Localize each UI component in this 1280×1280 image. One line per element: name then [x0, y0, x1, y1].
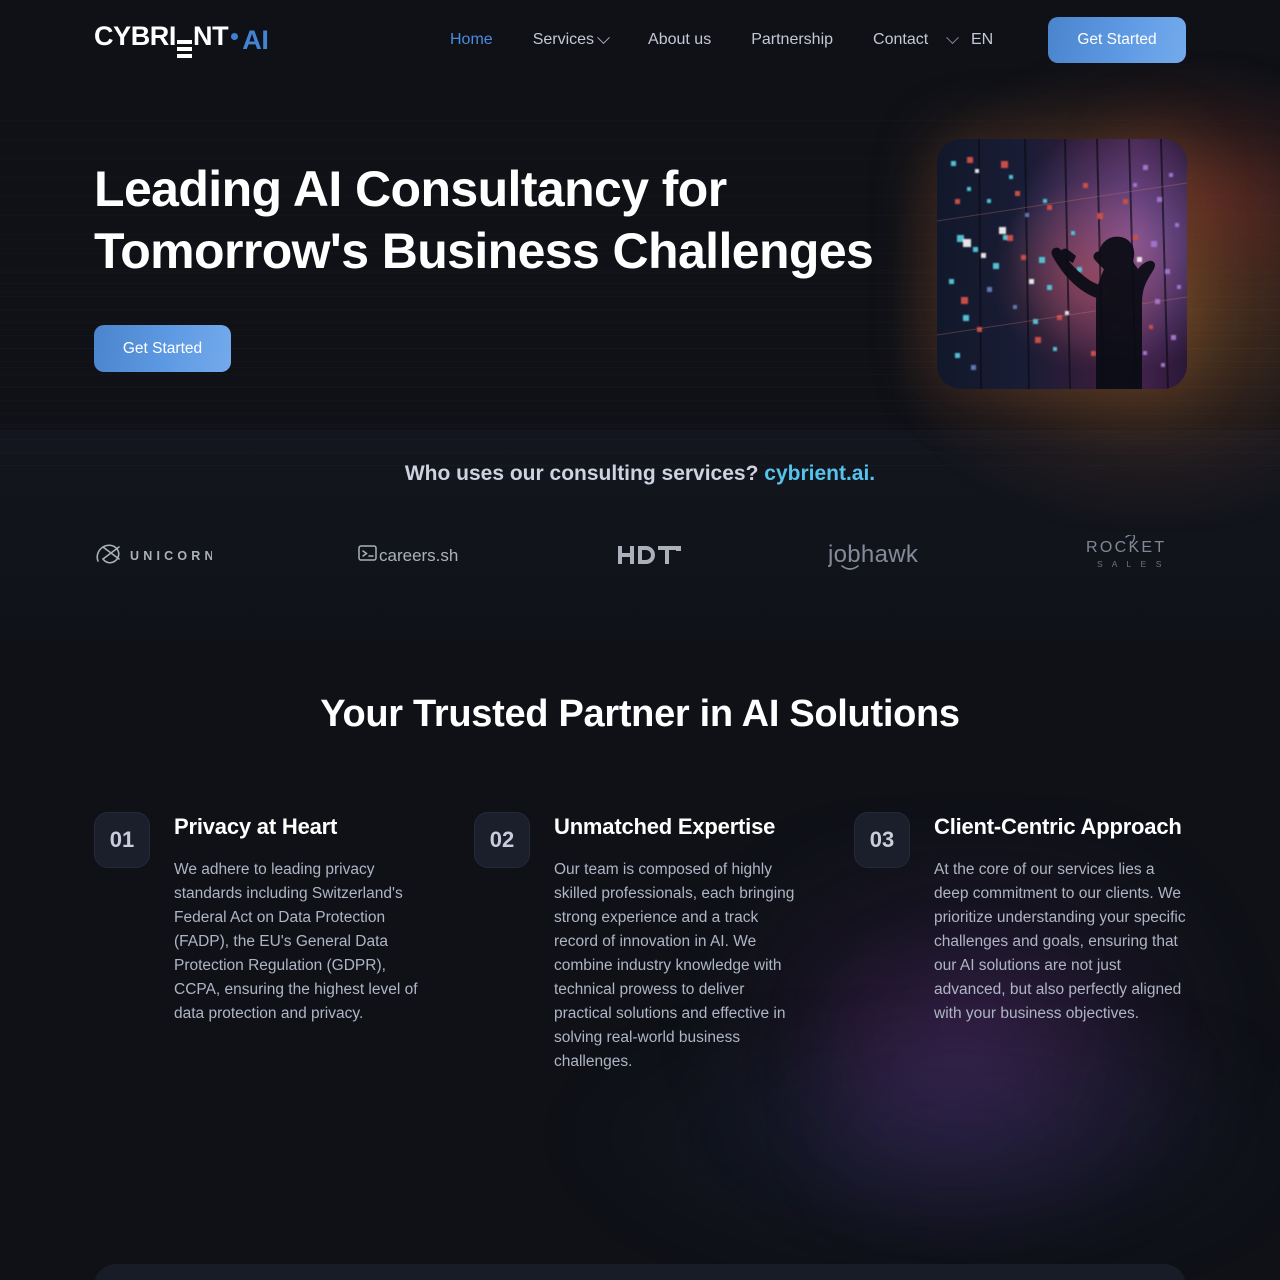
- feature-card-body: Client-Centric Approach At the core of o…: [910, 812, 1186, 1074]
- nav-item-partnership-label: Partnership: [751, 31, 834, 48]
- feature-card-number: 01: [94, 812, 150, 868]
- brand-logo-e-glyph: [177, 39, 193, 58]
- clients-question-accent: cybrient.ai.: [764, 462, 876, 485]
- hero-get-started-button[interactable]: Get Started: [94, 325, 231, 372]
- feature-card-text: We adhere to leading privacy standards i…: [174, 861, 418, 1022]
- feature-card-title: Client-Centric Approach: [934, 814, 1182, 839]
- jobhawk-logo: jobhawk: [828, 538, 940, 572]
- svg-text:jobhawk: jobhawk: [828, 541, 919, 568]
- svg-text:S A L E S: S A L E S: [1097, 559, 1165, 569]
- feature-card-02: 02 Unmatched Expertise Our team is compo…: [474, 812, 806, 1074]
- nav-item-services[interactable]: Services: [513, 26, 628, 54]
- unicorn-logo: UNICORN: [94, 541, 212, 569]
- brand-logo-suffix: NT: [193, 20, 229, 51]
- nav-item-home[interactable]: Home: [430, 26, 513, 54]
- feature-cards: 01 Privacy at Heart We adhere to leading…: [94, 812, 1186, 1074]
- header-get-started-button[interactable]: Get Started: [1048, 17, 1186, 63]
- feature-card-title: Privacy at Heart: [174, 814, 338, 839]
- language-selector[interactable]: EN: [946, 26, 994, 54]
- nav-item-partnership[interactable]: Partnership: [731, 26, 853, 54]
- careers-sh-logo: careers.sh: [358, 542, 472, 568]
- nav-item-about-us[interactable]: About us: [628, 26, 731, 54]
- clients-question-text: Who uses our consulting services?: [404, 462, 759, 485]
- brand-logo-prefix: CYBRI: [94, 20, 177, 51]
- nav-item-home-label: Home: [450, 31, 493, 48]
- clients-question: Who uses our consulting services? cybrie…: [0, 462, 1280, 486]
- language-selector-value: EN: [971, 31, 994, 48]
- brand-logo-dot-icon: [231, 32, 239, 40]
- next-section-panel: [94, 1264, 1186, 1280]
- site-header: CYBRI NT AI Home Services About us Partn…: [0, 0, 1280, 80]
- hdt-logo: [618, 542, 682, 568]
- svg-text:ROCKET: ROCKET: [1086, 539, 1166, 556]
- svg-text:UNICORN: UNICORN: [130, 549, 212, 563]
- chevron-down-icon: [597, 30, 610, 44]
- nav-item-services-label: Services: [532, 31, 595, 48]
- brand-logo-text: CYBRI NT: [94, 20, 229, 60]
- nav-item-about-us-label: About us: [648, 31, 712, 48]
- landing-page: CYBRI NT AI Home Services About us Partn…: [0, 0, 1280, 1280]
- feature-card-text: At the core of our services lies a deep …: [934, 861, 1186, 1022]
- section-title-trusted: Your Trusted Partner in AI Solutions: [320, 693, 960, 735]
- feature-card-body: Unmatched Expertise Our team is composed…: [530, 812, 806, 1074]
- hero-image-artwork: [937, 139, 1187, 389]
- chevron-down-icon: [946, 30, 959, 44]
- feature-card-01: 01 Privacy at Heart We adhere to leading…: [94, 812, 426, 1074]
- primary-navigation: Home Services About us Partnership Conta…: [430, 26, 948, 54]
- feature-card-title: Unmatched Expertise: [554, 814, 776, 839]
- feature-card-number: 03: [854, 812, 910, 868]
- feature-card-body: Privacy at Heart We adhere to leading pr…: [150, 812, 426, 1074]
- brand-logo-accent: AI: [242, 24, 269, 55]
- hero-image: [937, 139, 1187, 389]
- svg-text:careers.sh: careers.sh: [379, 546, 458, 565]
- nav-item-contact-label: Contact: [873, 31, 929, 48]
- feature-card-number: 02: [474, 812, 530, 868]
- feature-card-text: Our team is composed of highly skilled p…: [554, 861, 795, 1070]
- nav-item-contact[interactable]: Contact: [853, 26, 948, 54]
- brand-logo[interactable]: CYBRI NT AI: [94, 21, 269, 58]
- hero-title: Leading AI Consultancy for Tomorrow's Bu…: [94, 161, 874, 279]
- client-logos-row: UNICORN careers.sh jobhawk ROCKET S A L …: [94, 530, 1186, 580]
- feature-card-03: 03 Client-Centric Approach At the core o…: [854, 812, 1186, 1074]
- rocket-sales-logo: ROCKET S A L E S: [1086, 535, 1186, 575]
